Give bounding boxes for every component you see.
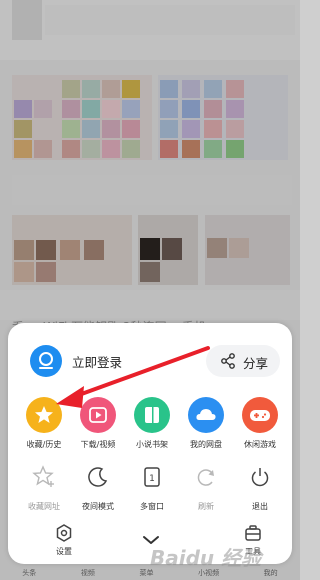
- night-mode-wrap: [80, 459, 116, 495]
- bookmark-url-wrap: [26, 459, 62, 495]
- exit-label: 退出: [252, 502, 268, 511]
- casual-games-button[interactable]: 休闲游戏: [232, 397, 288, 450]
- nav-item-mine[interactable]: 我的: [264, 568, 278, 578]
- toolbox-icon: [245, 525, 261, 541]
- download-video-button[interactable]: 下载/视频: [70, 397, 126, 450]
- games-circle: [242, 397, 278, 433]
- multi-window-label: 多窗口: [140, 502, 164, 511]
- bookmark-url-label: 收藏网址: [28, 502, 60, 511]
- moon-icon: [88, 467, 108, 487]
- night-mode-label: 夜间模式: [82, 502, 114, 511]
- gamepad-icon: [250, 410, 270, 421]
- watermark: Baidu 经验: [150, 546, 262, 570]
- share-label: 分享: [243, 356, 269, 371]
- login-row: 立即登录 分享: [8, 341, 292, 381]
- window-count: 1: [149, 474, 155, 484]
- download-video-label: 下载/视频: [80, 440, 116, 449]
- book-icon: [145, 407, 159, 423]
- gear-icon: [56, 524, 72, 542]
- multi-window-wrap: 1: [134, 459, 170, 495]
- window-icon: 1: [144, 467, 160, 487]
- refresh-wrap: [188, 459, 224, 495]
- avatar[interactable]: [30, 345, 62, 377]
- cloud-icon: [196, 409, 216, 420]
- multi-window-button[interactable]: 1 多窗口: [124, 459, 180, 512]
- settings-button[interactable]: 设置: [44, 523, 84, 557]
- bookmark-url-button[interactable]: 收藏网址: [16, 459, 72, 512]
- nav-item-video[interactable]: 视频: [81, 568, 95, 578]
- favorites-circle: [26, 397, 62, 433]
- night-mode-button[interactable]: 夜间模式: [70, 459, 126, 512]
- share-icon: [221, 353, 235, 369]
- exit-wrap: [242, 459, 278, 495]
- exit-button[interactable]: 退出: [232, 459, 288, 512]
- star-plus-icon: [32, 465, 54, 487]
- casual-games-label: 休闲游戏: [244, 440, 276, 449]
- refresh-label: 刷新: [198, 502, 214, 511]
- cloud-drive-label: 我的网盘: [190, 440, 222, 449]
- refresh-icon: [197, 469, 214, 486]
- refresh-button[interactable]: 刷新: [178, 459, 234, 512]
- novel-bookshelf-button[interactable]: 小说书架: [124, 397, 180, 450]
- download-circle: [80, 397, 116, 433]
- star-icon: [35, 406, 53, 423]
- settings-label: 设置: [56, 547, 72, 556]
- share-button[interactable]: 分享: [206, 345, 280, 377]
- novel-bookshelf-label: 小说书架: [136, 440, 168, 449]
- power-icon: [251, 468, 269, 487]
- cloud-drive-button[interactable]: 我的网盘: [178, 397, 234, 450]
- user-icon: [39, 352, 53, 369]
- favorites-history-label: 收藏/历史: [26, 440, 62, 449]
- favorites-history-button[interactable]: 收藏/历史: [16, 397, 72, 450]
- menu-sheet: 立即登录 分享 收藏/历史 下载/视频 小说书架 我的网盘 休闲游戏 收藏网址 …: [8, 323, 292, 564]
- cloud-circle: [188, 397, 224, 433]
- novel-circle: [134, 397, 170, 433]
- nav-item-headlines[interactable]: 头条: [22, 568, 36, 578]
- play-icon: [89, 407, 107, 423]
- login-button[interactable]: 立即登录: [72, 352, 122, 371]
